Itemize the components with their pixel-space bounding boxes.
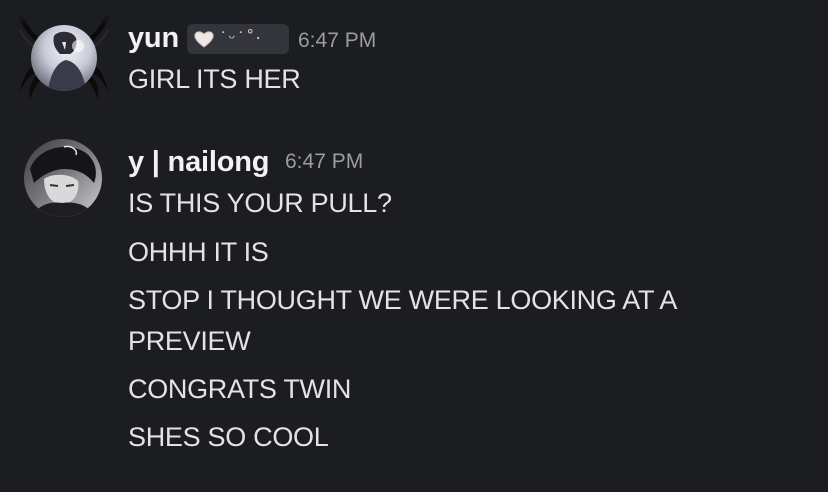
message-text: STOP I THOUGHT WE WERE LOOKING AT A	[128, 285, 678, 315]
chat-log: yun ˙ᵕ˙˚· 6:47 PM GIRL ITS HER y | nailo…	[0, 0, 828, 492]
user-avatar-nailong[interactable]	[24, 139, 102, 217]
message-timestamp[interactable]: 6:47 PM	[285, 150, 363, 174]
message-text: SHES SO COOL	[128, 422, 329, 452]
message-text: IS THIS YOUR PULL?	[128, 188, 392, 218]
message-text: CONGRATS TWIN	[128, 374, 352, 404]
message-group-nailong: y | nailong 6:47 PM IS THIS YOUR PULL? O…	[0, 0, 828, 492]
message-author-name[interactable]: y | nailong	[128, 146, 269, 179]
message-text: PREVIEW	[128, 326, 251, 356]
monochrome-avatar-icon	[24, 139, 102, 217]
message-text: OHHH IT IS	[128, 237, 269, 267]
